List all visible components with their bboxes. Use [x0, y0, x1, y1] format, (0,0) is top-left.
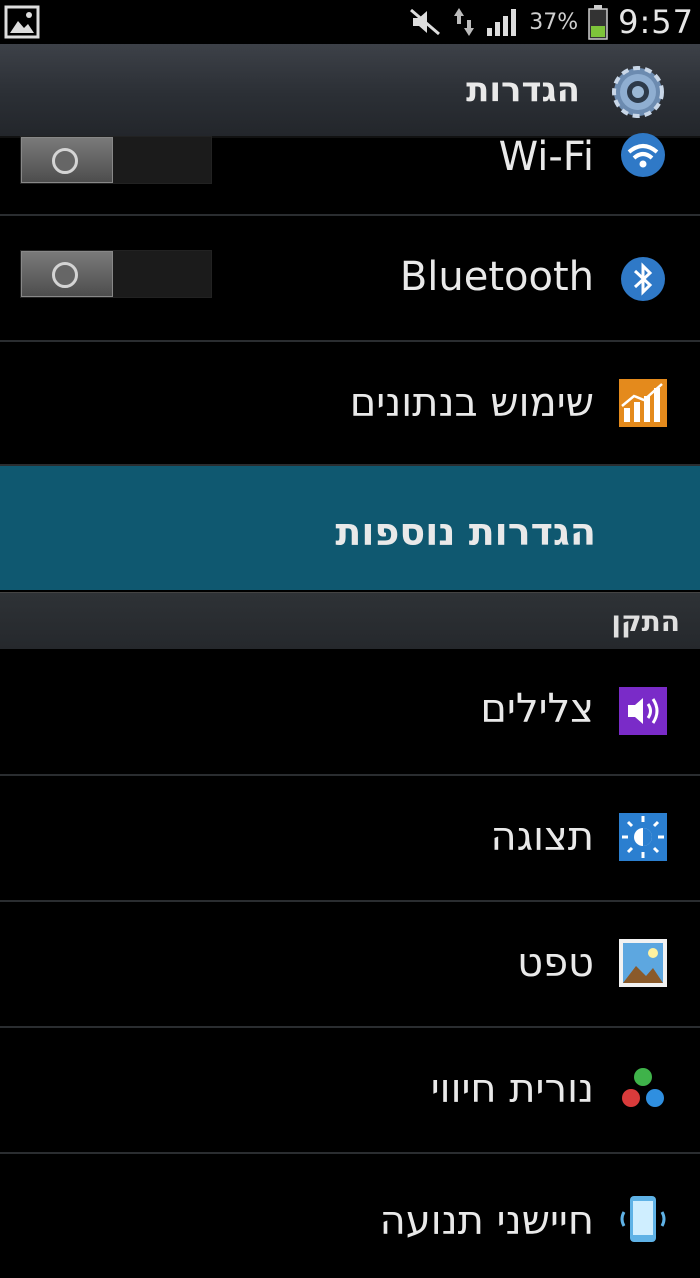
motion-sensor-row[interactable]: חיישני תנועה — [0, 1154, 700, 1278]
toggle-knob — [21, 137, 113, 183]
wifi-icon — [621, 133, 665, 177]
sound-row[interactable]: צלילים — [0, 650, 700, 776]
battery-percent: 37% — [529, 9, 579, 35]
bluetooth-toggle[interactable] — [20, 250, 212, 298]
motion-sensor-label: חיישני תנועה — [379, 1198, 594, 1244]
more-settings-label: הגדרות נוספות — [335, 510, 596, 554]
display-label: תצוגה — [490, 814, 594, 860]
bluetooth-icon — [621, 257, 665, 301]
data-usage-label: שימוש בנתונים — [349, 380, 594, 426]
indicator-light-row[interactable]: נורית חיווי — [0, 1028, 700, 1154]
gallery-icon — [4, 5, 40, 39]
signal-icon — [487, 9, 517, 36]
motion-sensor-icon — [620, 1196, 666, 1242]
section-title: התקן — [611, 605, 680, 638]
data-icon — [454, 8, 475, 36]
more-settings-row[interactable]: הגדרות נוספות — [0, 466, 700, 590]
battery-icon — [588, 5, 608, 40]
title-bar: הגדרות — [0, 44, 700, 138]
indicator-light-label: נורית חיווי — [430, 1066, 594, 1112]
sound-icon — [619, 687, 667, 735]
mute-icon — [410, 8, 441, 36]
bluetooth-row[interactable]: Bluetooth — [0, 216, 700, 342]
toggle-knob — [21, 251, 113, 297]
page-title: הגדרות — [466, 70, 580, 110]
sound-label: צלילים — [480, 686, 594, 732]
gear-icon[interactable] — [606, 60, 670, 124]
wallpaper-label: טפט — [517, 940, 594, 986]
wifi-label: Wi-Fi — [498, 134, 594, 180]
status-bar: 37% 9:57 — [0, 0, 700, 44]
wallpaper-row[interactable]: טפט — [0, 902, 700, 1028]
clock: 9:57 — [618, 3, 694, 41]
display-icon — [619, 813, 667, 861]
bluetooth-label: Bluetooth — [399, 254, 594, 300]
indicator-light-icon — [622, 1068, 664, 1107]
wifi-toggle[interactable] — [20, 136, 212, 184]
data-usage-icon — [619, 379, 667, 427]
display-row[interactable]: תצוגה — [0, 776, 700, 902]
wifi-row[interactable]: Wi-Fi — [0, 133, 700, 216]
section-header-device: התקן — [0, 592, 700, 649]
wallpaper-icon — [619, 939, 667, 987]
data-usage-row[interactable]: שימוש בנתונים — [0, 342, 700, 466]
